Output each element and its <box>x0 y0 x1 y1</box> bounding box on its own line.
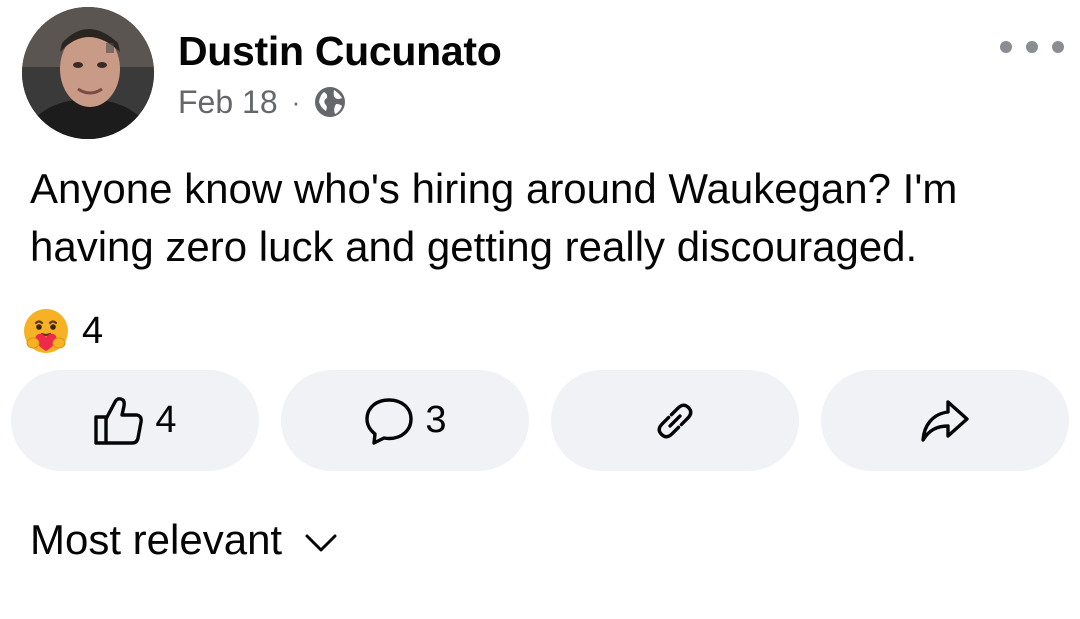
share-button[interactable] <box>821 370 1069 471</box>
author-avatar[interactable] <box>22 7 154 139</box>
post-actions: 4 3 <box>11 370 1069 471</box>
chevron-down-icon <box>305 534 337 552</box>
comment-bubble-icon <box>365 397 414 445</box>
globe-icon <box>312 84 348 120</box>
author-name[interactable]: Dustin Cucunato <box>178 28 502 75</box>
comment-button[interactable]: 3 <box>281 370 529 471</box>
post-date[interactable]: Feb 18 <box>178 84 278 121</box>
comment-sort-dropdown[interactable]: Most relevant <box>30 513 338 567</box>
more-options-button[interactable] <box>1000 32 1064 62</box>
comment-count: 3 <box>425 399 447 441</box>
reactions-summary[interactable]: 4 <box>22 306 103 356</box>
like-button[interactable]: 4 <box>11 370 259 471</box>
avatar-photo <box>22 7 154 139</box>
reaction-count: 4 <box>82 309 104 352</box>
thumbs-up-icon <box>94 396 144 445</box>
meta-separator: · <box>291 87 301 117</box>
sort-label: Most relevant <box>30 516 283 563</box>
post-card: Dustin Cucunato Feb 18 · Anyone know who… <box>0 0 1080 619</box>
like-count: 4 <box>155 399 177 441</box>
share-arrow-icon <box>921 399 969 442</box>
more-horizontal-icon <box>1000 41 1012 53</box>
link-icon <box>657 403 693 438</box>
post-meta: Feb 18 · <box>178 82 348 122</box>
post-text: Anyone know who's hiring around Waukegan… <box>30 165 958 270</box>
care-reaction-icon <box>24 309 68 353</box>
copy-link-button[interactable] <box>551 370 799 471</box>
